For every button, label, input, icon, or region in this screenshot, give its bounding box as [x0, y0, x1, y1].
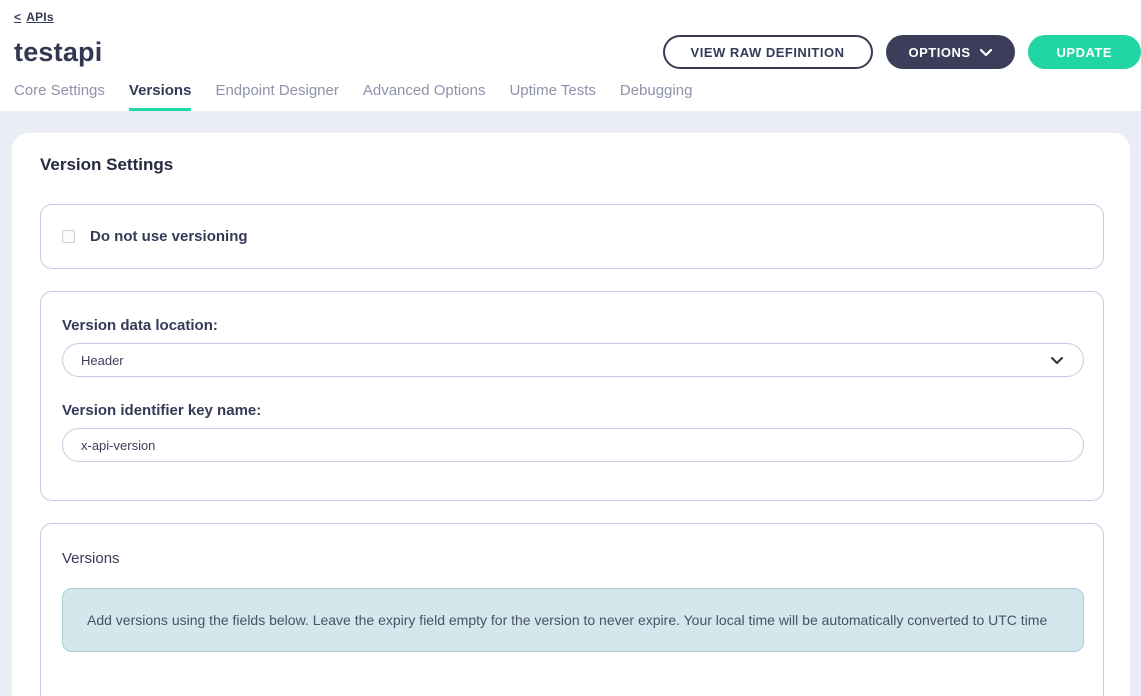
title-row: testapi VIEW RAW DEFINITION OPTIONS UPDA…	[14, 35, 1141, 69]
section-title: Version Settings	[40, 155, 1104, 175]
version-key-label: Version identifier key name:	[62, 402, 1082, 419]
header-buttons: VIEW RAW DEFINITION OPTIONS UPDATE	[663, 35, 1141, 69]
tab-advanced-options[interactable]: Advanced Options	[363, 82, 486, 111]
tab-bar: Core Settings Versions Endpoint Designer…	[14, 82, 1141, 111]
version-location-label: Version data location:	[62, 317, 1082, 334]
view-raw-definition-button[interactable]: VIEW RAW DEFINITION	[663, 35, 873, 69]
version-location-select[interactable]: Header	[62, 343, 1084, 377]
versioning-checkbox[interactable]	[62, 230, 75, 243]
tab-versions[interactable]: Versions	[129, 82, 192, 111]
page-title: testapi	[14, 37, 102, 68]
tab-uptime-tests[interactable]: Uptime Tests	[509, 82, 595, 111]
versioning-toggle-panel: Do not use versioning	[40, 204, 1104, 269]
versioning-checkbox-label[interactable]: Do not use versioning	[90, 228, 248, 245]
versions-panel-title: Versions	[62, 550, 1082, 567]
options-button[interactable]: OPTIONS	[886, 35, 1015, 69]
options-label: OPTIONS	[909, 45, 971, 60]
view-raw-definition-label: VIEW RAW DEFINITION	[691, 45, 845, 60]
page-header: < APIs testapi VIEW RAW DEFINITION OPTIO…	[0, 0, 1141, 111]
version-settings-card: Version Settings Do not use versioning V…	[12, 133, 1130, 696]
version-location-panel: Version data location: Header Version id…	[40, 291, 1104, 501]
page-body: Version Settings Do not use versioning V…	[0, 111, 1141, 696]
versions-info-box: Add versions using the fields below. Lea…	[62, 588, 1084, 652]
chevron-down-icon	[980, 49, 992, 56]
chevron-down-icon	[1051, 357, 1063, 364]
update-button[interactable]: UPDATE	[1028, 35, 1141, 69]
back-chevron-icon: <	[14, 10, 21, 24]
tab-endpoint-designer[interactable]: Endpoint Designer	[215, 82, 338, 111]
breadcrumb[interactable]: < APIs	[14, 10, 54, 24]
versioning-checkbox-row[interactable]: Do not use versioning	[62, 228, 1082, 245]
tab-debugging[interactable]: Debugging	[620, 82, 693, 111]
version-key-input[interactable]	[62, 428, 1084, 462]
versions-panel: Versions Add versions using the fields b…	[40, 523, 1104, 696]
version-location-value: Header	[81, 353, 124, 368]
tab-core-settings[interactable]: Core Settings	[14, 82, 105, 111]
breadcrumb-label: APIs	[26, 10, 53, 24]
update-label: UPDATE	[1057, 45, 1112, 60]
